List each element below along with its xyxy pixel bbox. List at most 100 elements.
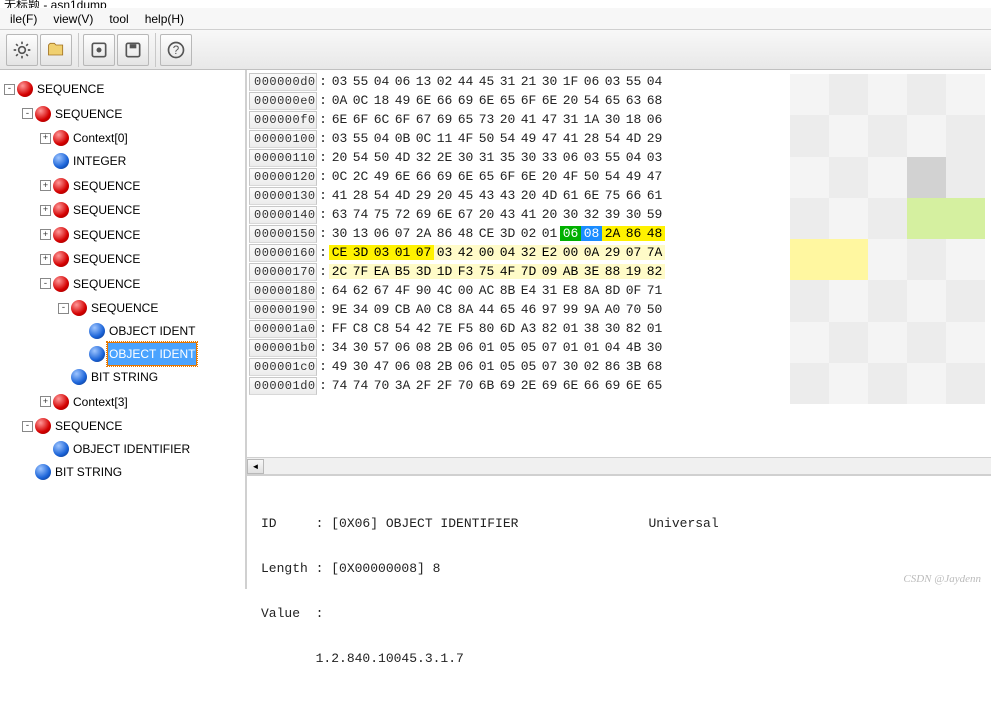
hex-byte[interactable]: 82 [539,321,560,336]
hex-byte[interactable]: 4F [392,283,413,298]
hex-byte[interactable]: 69 [434,169,455,184]
hex-offset[interactable]: 00000150 [249,225,317,243]
hex-byte[interactable]: 73 [476,112,497,127]
hex-byte[interactable]: 28 [581,131,602,146]
hex-byte[interactable]: 67 [455,207,476,222]
hex-byte[interactable]: 66 [581,378,602,393]
hex-byte[interactable]: 41 [560,131,581,146]
hex-byte[interactable]: 3D [350,245,371,260]
hex-byte[interactable]: E2 [539,245,560,260]
hex-byte[interactable]: 69 [434,112,455,127]
hex-bytes[interactable]: CE3D0301070342000432E2000A29077A [329,245,665,260]
hex-byte[interactable]: C8 [434,302,455,317]
hex-byte[interactable]: 8A [455,302,476,317]
hex-bytes[interactable]: 34305706082B06010505070101044B30 [329,340,665,355]
hex-offset[interactable]: 000001d0 [249,377,317,395]
hex-byte[interactable]: 42 [455,245,476,260]
hex-byte[interactable]: 86 [623,226,644,241]
hex-byte[interactable]: 4D [539,188,560,203]
hex-byte[interactable]: 32 [413,150,434,165]
hex-byte[interactable]: C8 [350,321,371,336]
menu-view[interactable]: view(V) [45,10,101,28]
hex-byte[interactable]: 07 [623,245,644,260]
hex-byte[interactable]: 75 [371,207,392,222]
tree-item-n13[interactable]: +Context[3] [40,390,245,413]
tree-pane[interactable]: -SEQUENCE-SEQUENCE+Context[0]INTEGER+SEQ… [0,70,247,589]
hex-byte[interactable]: 06 [392,340,413,355]
hex-byte[interactable]: 20 [434,188,455,203]
scroll-left-button[interactable]: ◄ [247,459,264,474]
hex-byte[interactable]: 08 [413,359,434,374]
hex-byte[interactable]: AC [476,283,497,298]
hex-bytes[interactable]: 9E3409CBA0C88A44654697999AA07050 [329,302,665,317]
hex-byte[interactable]: 04 [644,74,665,89]
hex-scrollbar[interactable]: ◄ [247,457,991,474]
hex-byte[interactable]: 68 [644,359,665,374]
hex-bytes[interactable]: 7474703A2F2F706B692E696E66696E65 [329,378,665,393]
hex-byte[interactable]: 29 [644,131,665,146]
hex-byte[interactable]: 54 [350,150,371,165]
hex-byte[interactable]: 55 [350,74,371,89]
hex-byte[interactable]: 44 [476,302,497,317]
collapse-icon[interactable]: - [4,84,15,95]
hex-byte[interactable]: 34 [350,302,371,317]
toolbar-save-button[interactable] [117,34,149,66]
hex-byte[interactable]: 11 [434,131,455,146]
hex-byte[interactable]: 66 [434,93,455,108]
hex-byte[interactable]: 8A [581,283,602,298]
hex-byte[interactable]: 69 [497,378,518,393]
hex-byte[interactable]: 7E [434,321,455,336]
hex-offset[interactable]: 00000190 [249,301,317,319]
hex-byte[interactable]: 20 [539,207,560,222]
hex-bytes[interactable]: FFC8C854427EF5806DA3820138308201 [329,321,665,336]
tree-label[interactable]: SEQUENCE [71,272,142,296]
hex-byte[interactable]: 03 [644,150,665,165]
hex-byte[interactable]: 04 [602,340,623,355]
hex-byte[interactable]: 2A [602,226,623,241]
hex-byte[interactable]: 57 [371,340,392,355]
hex-bytes[interactable]: 6E6F6C6F67696573204147311A301806 [329,112,665,127]
toolbar-help-button[interactable]: ? [160,34,192,66]
hex-byte[interactable]: 30 [602,321,623,336]
collapse-icon[interactable]: - [40,278,51,289]
hex-byte[interactable]: 19 [623,264,644,279]
hex-offset[interactable]: 00000170 [249,263,317,281]
hex-byte[interactable]: 70 [371,378,392,393]
expand-icon[interactable]: + [40,133,51,144]
hex-bytes[interactable]: 63747572696E67204341203032393059 [329,207,665,222]
hex-byte[interactable]: 6E [413,93,434,108]
hex-byte[interactable]: 9A [581,302,602,317]
hex-byte[interactable]: 31 [560,112,581,127]
hex-byte[interactable]: 20 [539,169,560,184]
hex-byte[interactable]: 00 [560,245,581,260]
hex-byte[interactable]: 6F [350,112,371,127]
menu-tool[interactable]: tool [101,10,136,28]
hex-byte[interactable]: EA [371,264,392,279]
hex-byte[interactable]: 88 [602,264,623,279]
tree-label[interactable]: Context[3] [71,390,130,414]
hex-byte[interactable]: 03 [329,131,350,146]
hex-byte[interactable]: 32 [581,207,602,222]
hex-byte[interactable]: 00 [455,283,476,298]
hex-byte[interactable]: 55 [623,74,644,89]
hex-byte[interactable]: 0F [623,283,644,298]
hex-byte[interactable]: 8D [602,283,623,298]
hex-byte[interactable]: 2C [329,264,350,279]
hex-byte[interactable]: 05 [518,359,539,374]
hex-byte[interactable]: 02 [581,359,602,374]
hex-byte[interactable]: 44 [455,74,476,89]
hex-byte[interactable]: 82 [623,321,644,336]
hex-byte[interactable]: 55 [350,131,371,146]
tree-label[interactable]: SEQUENCE [53,414,124,438]
hex-byte[interactable]: 63 [329,207,350,222]
hex-byte[interactable]: 54 [602,131,623,146]
hex-byte[interactable]: 3D [497,226,518,241]
hex-byte[interactable]: 86 [602,359,623,374]
expand-icon[interactable]: + [40,229,51,240]
tree-item-n8[interactable]: - SEQUENCE [40,272,245,295]
hex-byte[interactable]: 3D [413,264,434,279]
hex-byte[interactable]: 49 [518,131,539,146]
hex-byte[interactable]: 4F [497,264,518,279]
hex-byte[interactable]: 42 [413,321,434,336]
hex-byte[interactable]: 41 [329,188,350,203]
